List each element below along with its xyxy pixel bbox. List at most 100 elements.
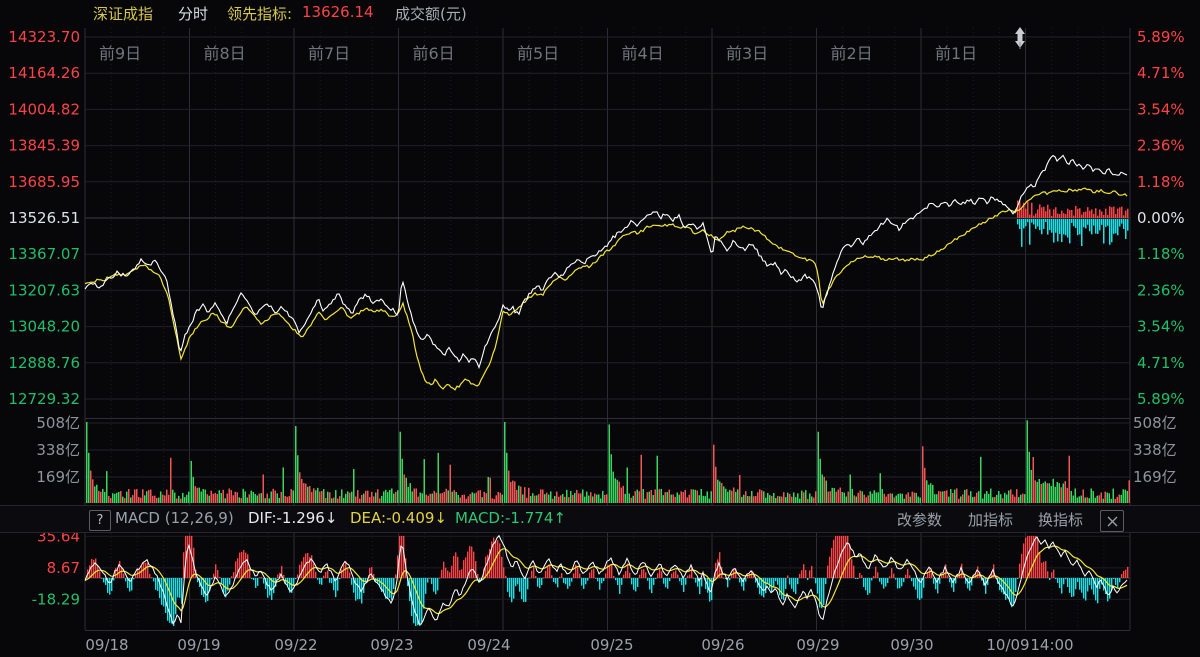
volume-bar (404, 474, 406, 503)
help-button[interactable]: ? (89, 510, 111, 531)
macd-histogram-bar (797, 578, 798, 584)
macd-histogram-bar (273, 578, 274, 593)
macd-histogram-bar (211, 578, 212, 579)
macd-histogram-bar (1031, 536, 1032, 578)
macd-histogram-bar (553, 578, 554, 582)
volume-bar (1043, 483, 1045, 503)
macd-histogram-bar (455, 552, 456, 578)
volume-bar (474, 493, 476, 503)
volume-bar (735, 492, 737, 503)
macd-histogram-bar (267, 578, 268, 598)
macd-histogram-bar (891, 568, 892, 578)
price-axis-label: 13048.20 (8, 318, 80, 336)
macd-histogram-bar (781, 578, 782, 599)
volume-bar (335, 490, 337, 503)
volume-bar (88, 453, 90, 503)
volume-bar (723, 486, 725, 503)
volume-bar (424, 459, 426, 503)
macd-histogram-bar (1005, 578, 1006, 600)
volume-bar (221, 493, 223, 503)
volume-bar (745, 491, 747, 503)
macd-histogram-bar (849, 545, 850, 578)
macd-histogram-bar (297, 575, 298, 578)
volume-bar (311, 492, 313, 503)
volume-bar (805, 490, 807, 503)
volume-bar (470, 494, 472, 503)
macd-histogram-bar (665, 578, 666, 587)
volume-bar (1077, 498, 1079, 503)
volume-bar (160, 491, 162, 503)
volume-bar (824, 477, 826, 503)
switch-indicator-button[interactable]: 换指标 (1038, 509, 1083, 530)
chart-canvas[interactable]: 14323.705.89%14164.264.71%14004.823.54%1… (0, 0, 1200, 657)
time-axis-label: 14:00 (1030, 636, 1073, 654)
volume-bar (856, 497, 858, 503)
macd-histogram-bar (427, 578, 428, 583)
macd-histogram-bar (675, 570, 676, 578)
close-indicator-button[interactable] (1100, 510, 1124, 532)
macd-histogram-bar (549, 565, 550, 578)
add-indicator-button[interactable]: 加指标 (968, 509, 1013, 530)
battle-bar-down (1093, 219, 1095, 226)
volume-bar (721, 483, 723, 503)
macd-histogram-bar (503, 567, 504, 578)
macd-histogram-bar (93, 560, 94, 578)
battle-bar-up (1083, 212, 1085, 218)
macd-histogram-bar (643, 569, 644, 578)
change-params-button[interactable]: 改参数 (897, 509, 942, 530)
macd-histogram-bar (907, 569, 908, 578)
battle-bar-down (1061, 219, 1063, 242)
volume-bar (1099, 495, 1101, 503)
volume-bar (323, 489, 325, 503)
volume-bar (223, 490, 225, 503)
macd-histogram-bar (473, 552, 474, 578)
volume-bar (148, 490, 150, 503)
battle-bar-down (1053, 219, 1055, 243)
macd-histogram-bar (857, 578, 858, 579)
volume-bar (757, 492, 759, 503)
volume-bar (466, 499, 468, 503)
volume-bar (345, 494, 347, 503)
macd-params-label[interactable]: MACD (12,26,9) (115, 509, 234, 527)
volume-bar (146, 491, 148, 503)
volume-bar (598, 494, 600, 503)
macd-histogram-bar (341, 569, 342, 578)
volume-bar (1049, 483, 1051, 503)
volume-bar (679, 495, 681, 503)
volume-bar (653, 495, 655, 503)
volume-bar (203, 489, 205, 503)
volume-bar (994, 497, 996, 503)
volume-bar (617, 480, 619, 503)
volume-bar (174, 493, 176, 503)
volume-bar (1083, 490, 1085, 503)
volume-bar (275, 491, 277, 503)
volume-bar (691, 489, 693, 503)
volume-bar (140, 498, 142, 503)
volume-bar (988, 494, 990, 503)
volume-bar (970, 491, 972, 503)
volume-bar (942, 491, 944, 503)
battle-bar-down (1071, 219, 1073, 223)
price-axis-label: 13526.51 (8, 209, 80, 227)
macd-histogram-bar (507, 578, 508, 592)
battle-bar-down (1019, 219, 1021, 229)
volume-bar (333, 498, 335, 503)
volume-bar (960, 496, 962, 503)
volume-bar (522, 494, 524, 503)
volume-bar (621, 488, 623, 503)
volume-bar (647, 492, 649, 503)
volume-bar (1093, 491, 1095, 503)
volume-bar (245, 491, 247, 503)
volume-bar (492, 498, 494, 503)
volume-bar (191, 461, 193, 503)
battle-bar-down (1087, 219, 1089, 225)
macd-histogram-bar (677, 575, 678, 578)
volume-bar (271, 492, 273, 503)
macd-histogram-bar (541, 578, 542, 585)
volume-bar (1097, 496, 1099, 503)
scroll-handle[interactable] (1011, 27, 1029, 49)
macd-histogram-bar (577, 566, 578, 578)
updown-arrows-icon (1011, 27, 1029, 49)
battle-bar-up (1123, 215, 1125, 218)
macd-histogram-bar (569, 578, 570, 586)
